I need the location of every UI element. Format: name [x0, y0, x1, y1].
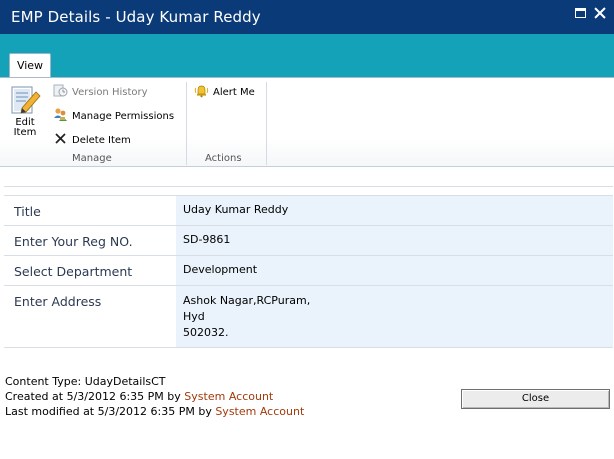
- delete-x-icon: [53, 131, 68, 149]
- alert-me-label: Alert Me: [213, 86, 255, 98]
- table-row: Title Uday Kumar Reddy: [4, 195, 613, 226]
- created-line: Created at 5/3/2012 6:35 PM by System Ac…: [5, 389, 304, 404]
- edit-item-label: Edit Item: [13, 117, 37, 138]
- manage-permissions-icon: [53, 107, 68, 125]
- version-history-button[interactable]: Version History: [53, 83, 148, 101]
- modified-line: Last modified at 5/3/2012 6:35 PM by Sys…: [5, 404, 304, 419]
- created-text: Created at 5/3/2012 6:35 PM by: [5, 390, 185, 403]
- item-metadata: Content Type: UdayDetailsCT Created at 5…: [5, 374, 304, 419]
- field-value: SD-9861: [176, 225, 613, 256]
- manage-permissions-button[interactable]: Manage Permissions: [53, 107, 174, 125]
- title-bar-controls: [575, 7, 606, 19]
- item-properties-table: Title Uday Kumar Reddy Enter Your Reg NO…: [4, 195, 613, 348]
- actions-group-label: Actions: [205, 153, 242, 164]
- address-line: 502032.: [183, 326, 229, 339]
- ribbon-group-divider: [266, 82, 267, 165]
- ribbon-group-divider: [186, 82, 187, 165]
- content-divider: [4, 186, 613, 187]
- close-icon[interactable]: [594, 7, 606, 19]
- window-title: EMP Details - Uday Kumar Reddy: [11, 8, 261, 26]
- ribbon-tab-band: [0, 34, 614, 77]
- item-details-dialog: EMP Details - Uday Kumar Reddy View Edit…: [0, 0, 614, 459]
- field-label: Enter Address: [4, 285, 176, 348]
- field-value: Uday Kumar Reddy: [176, 195, 613, 226]
- manage-group-label: Manage: [72, 153, 112, 164]
- edit-item-icon: [5, 84, 45, 116]
- table-row: Enter Address Ashok Nagar,RCPuram, Hyd 5…: [4, 285, 613, 348]
- maximize-icon[interactable]: [575, 8, 586, 18]
- delete-item-label: Delete Item: [72, 134, 131, 146]
- field-value: Development: [176, 255, 613, 286]
- table-row: Enter Your Reg NO. SD-9861: [4, 225, 613, 256]
- alert-me-button[interactable]: Alert Me: [194, 83, 255, 101]
- alert-bell-icon: [194, 83, 209, 101]
- title-bar: EMP Details - Uday Kumar Reddy: [0, 0, 614, 34]
- table-row: Select Department Development: [4, 255, 613, 286]
- manage-permissions-label: Manage Permissions: [72, 110, 175, 122]
- close-button[interactable]: Close: [461, 389, 610, 409]
- field-label: Title: [4, 195, 176, 226]
- field-value-address: Ashok Nagar,RCPuram, Hyd 502032.: [176, 285, 613, 348]
- created-by-link[interactable]: System Account: [184, 390, 273, 403]
- content-type-text: Content Type: UdayDetailsCT: [5, 375, 166, 388]
- ribbon: Edit Item Version History Manage Permiss…: [0, 77, 614, 167]
- delete-item-button[interactable]: Delete Item: [53, 131, 131, 149]
- version-history-label: Version History: [72, 86, 148, 98]
- modified-text: Last modified at 5/3/2012 6:35 PM by: [5, 405, 216, 418]
- version-history-icon: [53, 83, 68, 101]
- address-line: Hyd: [183, 310, 205, 323]
- address-line: Ashok Nagar,RCPuram,: [183, 294, 311, 307]
- modified-by-link[interactable]: System Account: [215, 405, 304, 418]
- tab-view[interactable]: View: [9, 53, 51, 78]
- field-label: Enter Your Reg NO.: [4, 225, 176, 256]
- field-label: Select Department: [4, 255, 176, 286]
- edit-item-button[interactable]: Edit Item: [5, 84, 45, 144]
